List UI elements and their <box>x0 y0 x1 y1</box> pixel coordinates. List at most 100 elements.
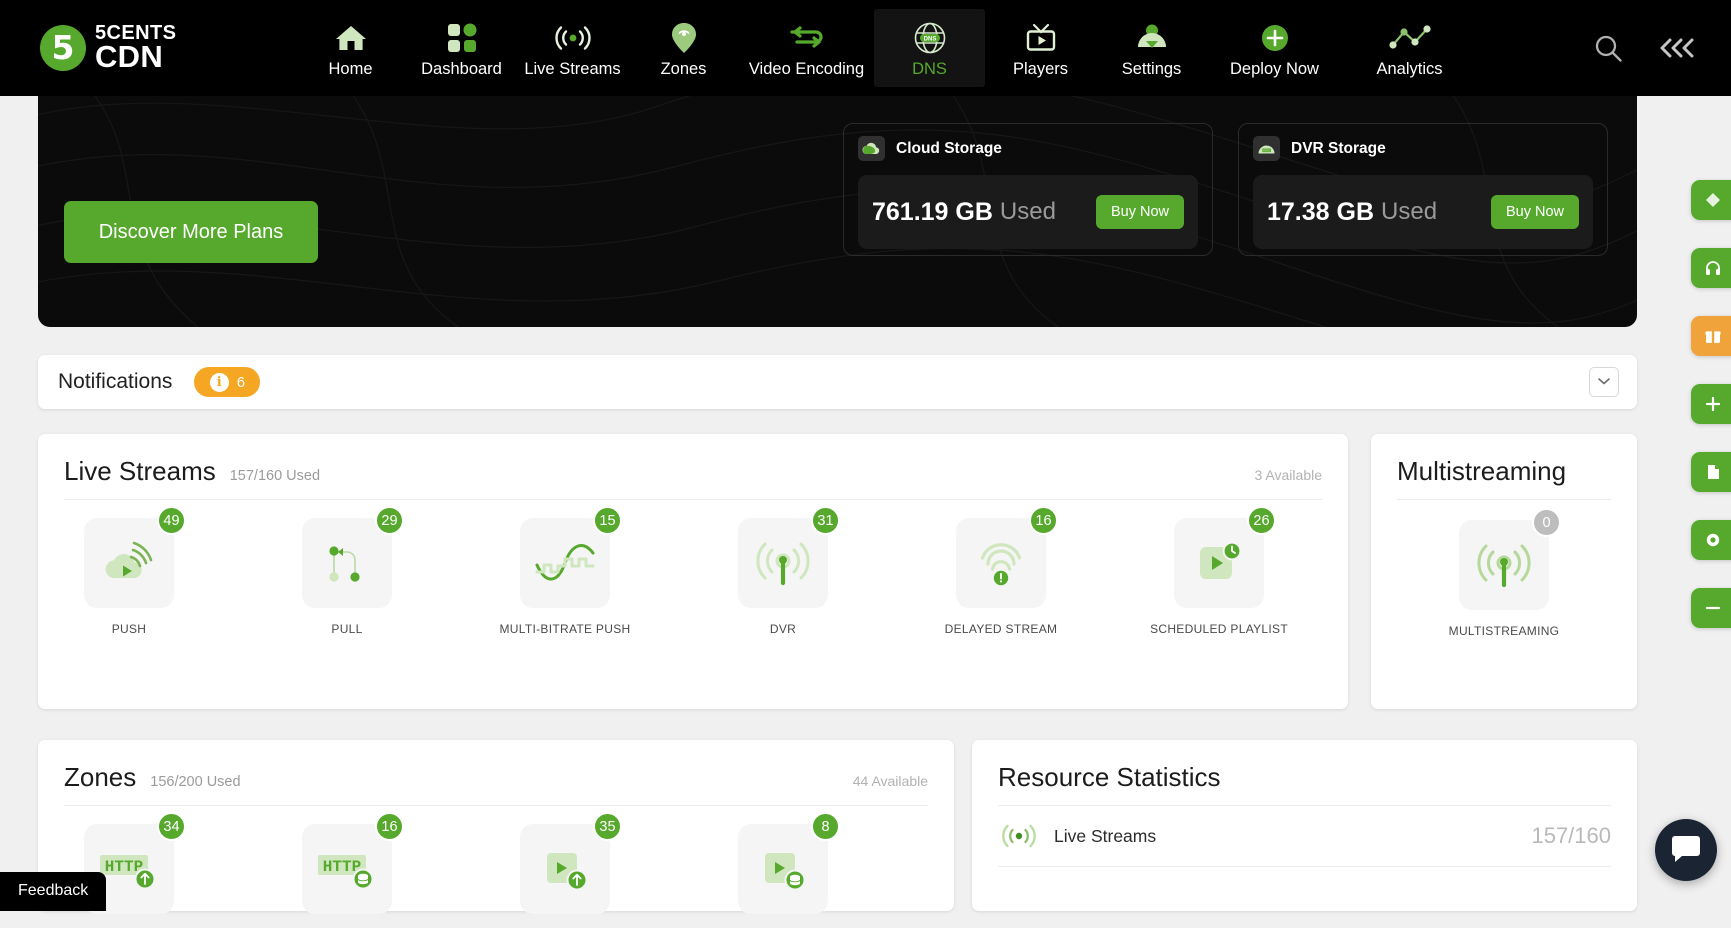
live-stream-tile-dvr[interactable]: 31 DVR <box>718 518 848 636</box>
headset-icon <box>1704 259 1722 277</box>
scheduled-playlist-tile-box: 26 <box>1174 518 1264 608</box>
vod-pull-tile-badge: 8 <box>811 812 840 841</box>
rail-button-collapse[interactable] <box>1691 588 1731 628</box>
dvr-storage-card: DVR Storage 17.38 GB Used Buy Now <box>1238 123 1608 256</box>
home-icon <box>334 18 368 58</box>
search-icon[interactable] <box>1593 33 1623 63</box>
notifications-title: Notifications <box>58 370 172 394</box>
zones-usage: 156/200 Used <box>150 774 240 790</box>
nav-right-actions <box>1593 33 1697 63</box>
pull-tile-box: 29 <box>302 518 392 608</box>
pull-tile-label: PULL <box>331 622 362 636</box>
pull-tile-badge: 29 <box>375 506 404 535</box>
live-streams-available: 3 Available <box>1255 467 1322 483</box>
document-icon <box>1704 463 1722 481</box>
nav-item-deploy-now[interactable]: Deploy Now <box>1207 9 1342 87</box>
rail-button-support[interactable] <box>1691 248 1731 288</box>
notifications-collapse-button[interactable] <box>1589 367 1619 397</box>
notifications-count: 6 <box>237 374 245 391</box>
http-push-tile-badge: 34 <box>157 812 186 841</box>
live-stream-tile-scheduled-playlist[interactable]: 26 SCHEDULED PLAYLIST <box>1154 518 1284 636</box>
cloud-storage-header: Cloud Storage <box>858 136 1198 161</box>
dvr-storage-used-label: Used <box>1381 198 1437 226</box>
cloud-storage-icon <box>858 136 885 161</box>
plus-icon <box>1704 395 1722 413</box>
feedback-button[interactable]: Feedback <box>0 872 106 911</box>
multi-bitrate-push-tile-box: 15 <box>520 518 610 608</box>
multistreaming-tile-box: 0 <box>1459 520 1549 610</box>
nav-item-live-streams[interactable]: Live Streams <box>517 9 628 87</box>
broadcast-icon <box>553 18 593 58</box>
scheduled-playlist-tile-badge: 26 <box>1247 506 1276 535</box>
zone-tile-vod-pull[interactable]: 8 <box>718 824 848 928</box>
scheduled-playlist-tile-label: SCHEDULED PLAYLIST <box>1150 622 1288 636</box>
live-stream-tile-delayed-stream[interactable]: 16 DELAYED STREAM <box>936 518 1066 636</box>
multi-bitrate-push-tile-label: MULTI-BITRATE PUSH <box>500 622 631 636</box>
http-pull-icon: HTTP <box>312 845 382 893</box>
brand-wordmark: 5CENTS CDN <box>95 24 176 71</box>
nav-label-dashboard: Dashboard <box>421 60 502 79</box>
transcode-icon <box>788 18 826 58</box>
live-stream-tile-push[interactable]: 49 PUSH <box>64 518 194 636</box>
vod-push-tile-box: 35 <box>520 824 610 914</box>
live-stream-tile-pull[interactable]: 29 PULL <box>282 518 412 636</box>
zone-tile-vod-push[interactable]: 35 <box>500 824 630 928</box>
chat-bubble-icon <box>1670 835 1702 865</box>
cloud-storage-amount: 761.19 GB <box>872 198 993 227</box>
nav-item-video-encoding[interactable]: Video Encoding <box>739 9 874 87</box>
resource-stat-value: 157/160 <box>1531 823 1611 849</box>
nav-item-settings[interactable]: Settings <box>1096 9 1207 87</box>
rail-button-add[interactable] <box>1691 384 1731 424</box>
globe-dns-icon: DNS <box>913 18 947 58</box>
live-streams-header: Live Streams 157/160 Used 3 Available <box>38 434 1348 487</box>
dvr-storage-buy-now-button[interactable]: Buy Now <box>1491 195 1579 229</box>
trial-tag-icon <box>1704 191 1722 209</box>
user-settings-icon <box>1135 18 1169 58</box>
chat-support-button[interactable] <box>1655 819 1717 881</box>
http-pull-tile-box: HTTP 16 <box>302 824 392 914</box>
vod-pull-icon <box>753 845 813 893</box>
zone-tile-http-pull[interactable]: HTTP 16 <box>282 824 412 928</box>
svg-text:DNS: DNS <box>923 36 936 42</box>
gift-icon <box>1704 327 1722 345</box>
multibitrate-wave-icon <box>532 539 598 587</box>
hero-panel: Discover More Plans Cloud Storage 761.19… <box>38 96 1637 327</box>
nav-label-zones: Zones <box>661 60 707 79</box>
cloud-storage-title: Cloud Storage <box>896 140 1002 158</box>
chevron-collapse-icon <box>1596 374 1612 390</box>
nav-item-analytics[interactable]: Analytics <box>1342 9 1477 87</box>
live-stream-tile-multi-bitrate-push[interactable]: 15 MULTI-BITRATE PUSH <box>500 518 630 636</box>
dvr-tile-badge: 31 <box>811 506 840 535</box>
live-streams-usage: 157/160 Used <box>230 468 320 484</box>
multistreaming-tile[interactable]: 0 MULTISTREAMING <box>1439 520 1569 638</box>
double-chevron-left-icon[interactable] <box>1657 36 1697 60</box>
vod-pull-tile-box: 8 <box>738 824 828 914</box>
resource-statistics-title: Resource Statistics <box>998 762 1221 793</box>
grid-icon <box>447 18 477 58</box>
brand-logo[interactable]: 5 5CENTS CDN <box>40 24 240 71</box>
rail-button-settings[interactable] <box>1691 520 1731 560</box>
discover-more-plans-button[interactable]: Discover More Plans <box>64 201 318 263</box>
rail-button-trial[interactable] <box>1691 180 1731 220</box>
rail-button-docs[interactable] <box>1691 452 1731 492</box>
multi-bitrate-push-tile-badge: 15 <box>593 506 622 535</box>
nav-label-analytics: Analytics <box>1376 60 1442 79</box>
nav-item-players[interactable]: Players <box>985 9 1096 87</box>
notifications-bar: Notifications i 6 <box>38 355 1637 409</box>
nav-item-zones[interactable]: Zones <box>628 9 739 87</box>
multistreaming-tile-badge: 0 <box>1532 508 1561 537</box>
nav-item-dns[interactable]: DNS DNS <box>874 9 985 87</box>
multistreaming-title: Multistreaming <box>1397 456 1566 487</box>
zones-title: Zones <box>64 762 136 793</box>
resource-stat-row-live-streams: Live Streams 157/160 <box>998 822 1611 867</box>
gear-icon <box>1704 531 1722 549</box>
nav-item-dashboard[interactable]: Dashboard <box>406 9 517 87</box>
cloud-storage-buy-now-button[interactable]: Buy Now <box>1096 195 1184 229</box>
notifications-count-badge[interactable]: i 6 <box>194 367 260 397</box>
zones-tiles: HTTP 34 HTTP 16 <box>38 806 954 928</box>
nav-item-home[interactable]: Home <box>295 9 406 87</box>
rail-button-offers[interactable] <box>1691 316 1731 356</box>
zones-available: 44 Available <box>853 773 928 789</box>
multistreaming-header: Multistreaming <box>1371 434 1637 487</box>
nav-items: Home Dashboard <box>295 0 1477 96</box>
